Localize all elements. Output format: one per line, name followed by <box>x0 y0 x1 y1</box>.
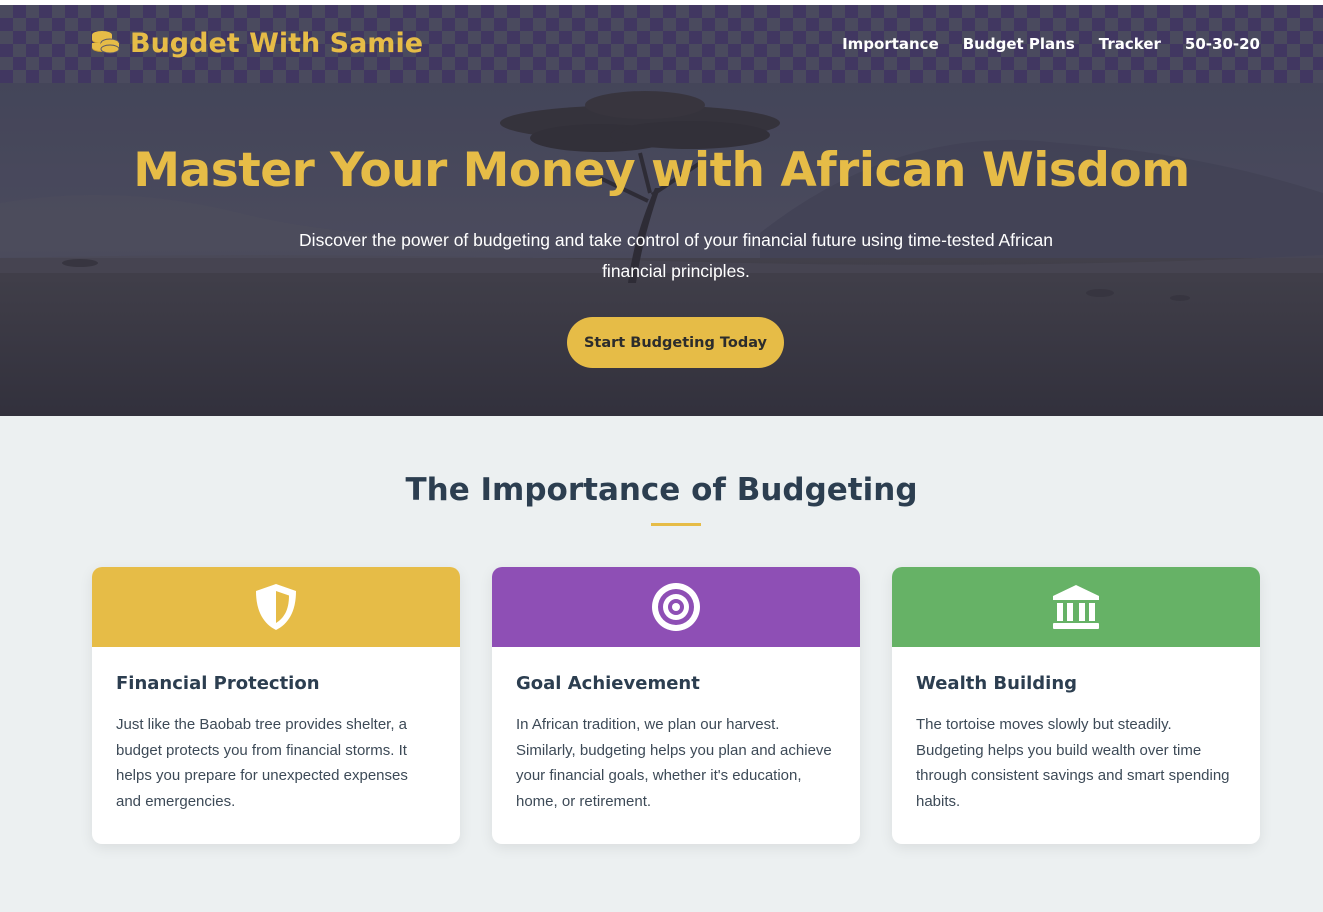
main-nav: Importance Budget Plans Tracker 50-30-20 <box>842 35 1260 53</box>
hero-section: Master Your Money with African Wisdom Di… <box>0 83 1323 416</box>
bank-icon <box>1053 585 1099 629</box>
card-text: Just like the Baobab tree provides shelt… <box>116 716 408 810</box>
start-budgeting-button[interactable]: Start Budgeting Today <box>567 317 784 368</box>
card-wealth-building: Wealth Building The tortoise moves slowl… <box>892 567 1260 844</box>
card-title: Financial Protection <box>116 673 320 694</box>
card-goal-achievement: Goal Achievement In African tradition, w… <box>492 567 860 844</box>
site-header: Bugdet With Samie Importance Budget Plan… <box>0 5 1323 83</box>
card-header <box>892 567 1260 647</box>
card-title: Goal Achievement <box>516 673 700 694</box>
card-text: The tortoise moves slowly but steadily. … <box>916 716 1230 810</box>
hero-title: Master Your Money with African Wisdom <box>133 143 1190 198</box>
coins-icon <box>92 31 120 54</box>
target-icon <box>652 583 700 631</box>
hero-subtitle: Discover the power of budgeting and take… <box>299 230 1053 281</box>
shield-icon <box>256 584 296 630</box>
title-underline <box>651 523 701 526</box>
card-header <box>492 567 860 647</box>
nav-item-budget-plans[interactable]: Budget Plans <box>963 35 1075 53</box>
card-title: Wealth Building <box>916 673 1078 694</box>
brand-name: Bugdet With Samie <box>130 27 424 59</box>
nav-item-importance[interactable]: Importance <box>842 35 939 53</box>
nav-item-tracker[interactable]: Tracker <box>1099 35 1161 53</box>
importance-title: The Importance of Budgeting <box>405 472 918 508</box>
card-financial-protection: Financial Protection Just like the Baoba… <box>92 567 460 844</box>
card-header <box>92 567 460 647</box>
brand-logo[interactable]: Bugdet With Samie <box>90 27 423 59</box>
card-text: In African tradition, we plan our harves… <box>516 716 832 810</box>
nav-item-50-30-20[interactable]: 50-30-20 <box>1185 35 1260 53</box>
